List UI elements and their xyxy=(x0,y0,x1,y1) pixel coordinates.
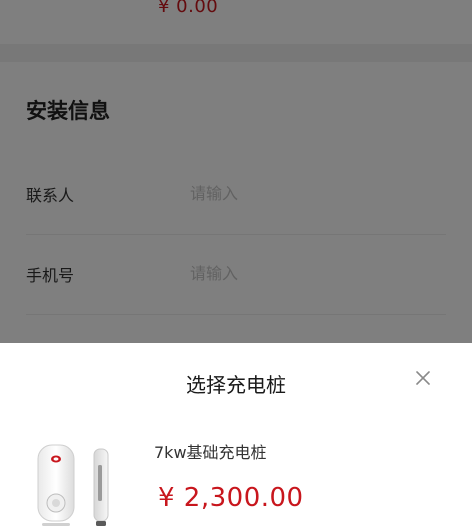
close-button[interactable] xyxy=(410,365,436,391)
close-icon xyxy=(416,371,430,385)
product-price: ¥ 2,300.00 xyxy=(158,483,304,513)
page: ¥ 0.00 安装信息 联系人 手机号 选择充电桩 xyxy=(0,0,472,530)
product-name: 7kw基础充电桩 xyxy=(154,443,267,462)
sheet-title: 选择充电桩 xyxy=(186,373,286,397)
product-item[interactable]: 7kw基础充电桩 ¥ 2,300.00 xyxy=(0,421,472,530)
charger-select-sheet: 选择充电桩 7kw基础充电桩 ¥ 2,300.00 xyxy=(0,343,472,530)
charger-image xyxy=(30,441,130,530)
